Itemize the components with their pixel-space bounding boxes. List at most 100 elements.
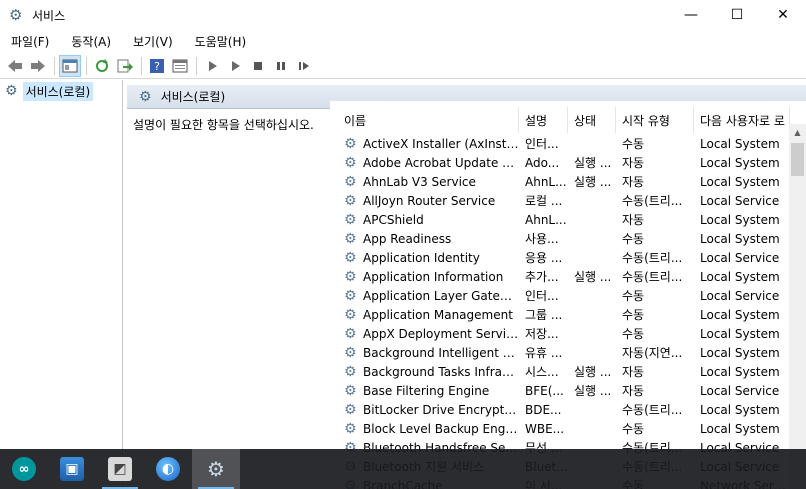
service-startup-type: 자동 [622, 156, 645, 170]
sort-arrow-icon: ^ [423, 107, 431, 111]
column-header-description[interactable]: 설명 [519, 107, 568, 133]
service-startup-type: 자동 [622, 213, 645, 227]
service-gear-icon: ⚙ [344, 268, 357, 285]
service-description: BDE... [525, 402, 562, 417]
service-name: Adobe Acrobat Update Ser... [363, 155, 519, 170]
table-row[interactable]: ⚙ AppX Deployment Service ... 저장... 수동 Local… [330, 324, 788, 343]
service-name: Block Level Backup Engine ... [363, 421, 519, 436]
service-description: 그룹 ... [525, 308, 563, 322]
table-row[interactable]: ⚙ Adobe Acrobat Update Ser... Ado... 실행 ...… [330, 153, 788, 172]
menu-help[interactable]: 도움말(H) [184, 33, 258, 50]
restart-icon[interactable] [293, 55, 315, 77]
service-logon-as: Local System [700, 364, 780, 379]
service-startup-type: 수동 [622, 327, 645, 341]
service-name-cell: ⚙ APCShield [330, 212, 519, 228]
forward-arrow-icon[interactable] [27, 55, 49, 77]
service-startup-type: 수동(트리... [622, 194, 683, 208]
service-logon-as: Local System [700, 231, 780, 246]
service-logon-as: Local Service [700, 250, 780, 265]
services-list: ^ 이름 설명 상태 시작 유형 다음 사용자로 로 ⚙ ActiveX Inst… [330, 101, 806, 489]
service-description: BFE(... [525, 383, 564, 398]
service-logon-as: Local Service [700, 193, 780, 208]
table-row[interactable]: ⚙ Application Information 추가... 실행 ... 수동(트리… [330, 267, 788, 286]
table-row[interactable]: ⚙ Background Tasks Infrastru... 시스... 실행 ..… [330, 362, 788, 381]
menu-view[interactable]: 보기(V) [122, 33, 184, 50]
stop-icon[interactable] [247, 55, 269, 77]
service-name: App Readiness [363, 231, 452, 246]
table-row[interactable]: ⚙ ActiveX Installer (AxInstSV) 인터... 수동 Loca… [330, 134, 788, 153]
export-icon[interactable] [114, 55, 136, 77]
scroll-up-icon[interactable]: ▲ [789, 124, 806, 141]
menu-action[interactable]: 동작(A) [60, 33, 122, 50]
properties-icon[interactable] [169, 55, 191, 77]
column-header-status[interactable]: 상태 [568, 107, 616, 133]
description-text: 설명이 필요한 항목을 선택하십시오. [133, 118, 314, 132]
service-name: AhnLab V3 Service [363, 174, 476, 189]
help-icon[interactable]: ? [146, 55, 168, 77]
maximize-button[interactable]: ☐ [714, 0, 760, 30]
service-name-cell: ⚙ Adobe Acrobat Update Ser... [330, 155, 519, 171]
service-gear-icon: ⚙ [344, 325, 357, 342]
service-name: BitLocker Drive Encryption ... [363, 402, 519, 417]
column-header-startup-type[interactable]: 시작 유형 [616, 107, 694, 133]
service-name: Application Identity [363, 250, 480, 265]
refresh-icon[interactable] [91, 55, 113, 77]
start-alt-icon[interactable] [224, 55, 246, 77]
taskbar-item-resource-monitor[interactable]: ◩ [96, 449, 144, 489]
menu-bar: 파일(F) 동작(A) 보기(V) 도움말(H) [0, 30, 806, 52]
table-row[interactable]: ⚙ AhnLab V3 Service AhnL... 실행 ... 자동 Local S… [330, 172, 788, 191]
service-logon-as: Local System [700, 269, 780, 284]
service-description: WBE... [525, 421, 565, 436]
table-row[interactable]: ⚙ Application Layer Gateway ... 인터... 수동 Loc… [330, 286, 788, 305]
service-name: ActiveX Installer (AxInstSV) [363, 136, 519, 151]
service-startup-type: 수동(트리... [622, 270, 683, 284]
gear-icon: ⚙ [9, 6, 23, 24]
close-button[interactable]: ✕ [760, 0, 806, 30]
service-name: Application Information [363, 269, 504, 284]
table-row[interactable]: ⚙ APCShield AhnL... 자동 Local System [330, 210, 788, 229]
service-logon-as: Local System [700, 326, 780, 341]
pane-header-title: 서비스(로컬) [160, 90, 226, 104]
service-gear-icon: ⚙ [344, 306, 357, 323]
service-description: 시스... [525, 365, 559, 379]
table-row[interactable]: ⚙ Application Management 그룹 ... 수동 Local Sys… [330, 305, 788, 324]
column-header-name[interactable]: ^ 이름 [330, 107, 519, 133]
console-tree: ⚙ 서비스(로컬) [0, 80, 123, 489]
table-row[interactable]: ⚙ Block Level Backup Engine ... WBE... 수동 Lo… [330, 419, 788, 438]
service-logon-as: Local Service [700, 383, 780, 398]
taskbar-item-services[interactable]: ⚙ [192, 449, 240, 489]
tree-item-services-local[interactable]: ⚙ 서비스(로컬) [0, 80, 122, 102]
gear-icon: ⚙ [139, 88, 152, 105]
service-name-cell: ⚙ Base Filtering Engine [330, 383, 519, 399]
table-row[interactable]: ⚙ App Readiness 사용... 수동 Local System [330, 229, 788, 248]
taskbar-item-google-earth[interactable]: ◐ [144, 449, 192, 489]
minimize-button[interactable]: — [668, 0, 714, 30]
toolbar-separator [54, 56, 55, 75]
service-name: Application Layer Gateway ... [363, 288, 519, 303]
service-description: 사용... [525, 232, 559, 246]
service-name-cell: ⚙ BitLocker Drive Encryption ... [330, 402, 519, 418]
table-row[interactable]: ⚙ Application Identity 응용 ... 수동(트리... Local… [330, 248, 788, 267]
start-icon[interactable] [201, 55, 223, 77]
taskbar-item-arduino[interactable]: ∞ [0, 449, 48, 489]
vertical-scrollbar[interactable]: ▲ [789, 124, 806, 489]
menu-file[interactable]: 파일(F) [0, 33, 60, 50]
taskbar-item-computer[interactable]: ▣ [48, 449, 96, 489]
console-tree-icon[interactable] [59, 54, 81, 77]
table-row[interactable]: ⚙ Background Intelligent Tra... 유휴 ... 자동(지… [330, 343, 788, 362]
svg-text:?: ? [154, 60, 160, 73]
back-arrow-icon[interactable] [4, 55, 26, 77]
pause-icon[interactable] [270, 55, 292, 77]
google-earth-icon: ◐ [156, 457, 180, 481]
service-startup-type: 수동 [622, 308, 645, 322]
service-logon-as: Local System [700, 212, 780, 227]
table-row[interactable]: ⚙ AllJoyn Router Service 로컬 ... 수동(트리... Loc… [330, 191, 788, 210]
table-row[interactable]: ⚙ BitLocker Drive Encryption ... BDE... 수동(… [330, 400, 788, 419]
service-description: Ado... [525, 155, 560, 170]
service-startup-type: 수동 [622, 137, 645, 151]
service-description: 로컬 ... [525, 194, 563, 208]
table-row[interactable]: ⚙ Base Filtering Engine BFE(... 실행 ... 자동 Loc… [330, 381, 788, 400]
scroll-thumb[interactable] [791, 143, 804, 176]
column-header-logon-as[interactable]: 다음 사용자로 로 [694, 107, 790, 133]
arduino-icon: ∞ [12, 457, 36, 481]
